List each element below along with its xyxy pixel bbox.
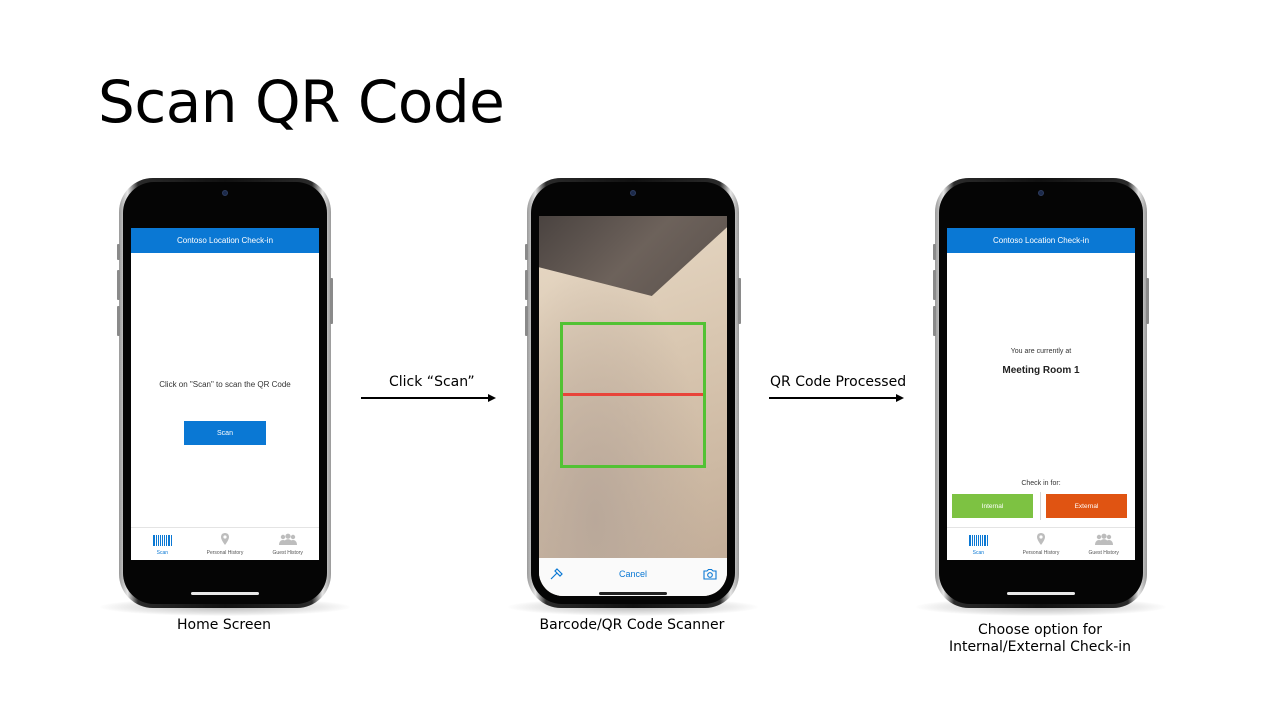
scan-line [563, 393, 703, 396]
tab-scan[interactable]: Scan [947, 528, 1010, 560]
tab-personal-history-label: Personal History [1022, 550, 1060, 556]
tab-bar: Scan Personal History Guest History [131, 527, 319, 560]
flashlight-icon[interactable] [549, 568, 563, 580]
checkin-caption: Choose option for Internal/External Chec… [920, 622, 1160, 656]
tab-guest-history-label: Guest History [1088, 550, 1119, 556]
tab-scan[interactable]: Scan [131, 528, 194, 560]
tab-personal-history-label: Personal History [206, 550, 244, 556]
check-in-for-label: Check in for: [1021, 480, 1061, 487]
checkin-caption-line1: Choose option for [977, 622, 1103, 638]
room-name: Meeting Room 1 [1002, 365, 1080, 376]
currently-at-label: You are currently at [1010, 348, 1072, 355]
front-camera [630, 190, 636, 196]
people-icon [278, 533, 297, 545]
internal-button[interactable]: Internal [952, 494, 1033, 518]
phone-home: Contoso Location Check-in Click on "Scan… [117, 178, 333, 608]
arrow-label-qr-processed: QR Code Processed [770, 374, 907, 390]
tab-scan-label: Scan [972, 550, 985, 556]
tab-guest-history[interactable]: Guest History [1072, 528, 1135, 560]
arrow-line [769, 397, 897, 399]
scanner-caption: Barcode/QR Code Scanner [539, 617, 725, 633]
tab-guest-history[interactable]: Guest History [256, 528, 319, 560]
location-pin-icon [1037, 533, 1045, 545]
home-indicator [1007, 592, 1075, 595]
arrow-head [896, 394, 904, 402]
arrow-head [488, 394, 496, 402]
tab-personal-history[interactable]: Personal History [194, 528, 257, 560]
home-caption: Home Screen [177, 617, 271, 633]
tab-guest-history-label: Guest History [272, 550, 303, 556]
arrow-label-click-scan: Click “Scan” [389, 374, 475, 390]
app-header: Contoso Location Check-in [947, 228, 1135, 253]
barcode-icon [153, 535, 172, 546]
phone-checkin: Contoso Location Check-in You are curren… [933, 178, 1149, 608]
tab-personal-history[interactable]: Personal History [1010, 528, 1073, 560]
scanner-toolbar: Cancel [539, 558, 727, 596]
checkin-caption-line2: Internal/External Check-in [948, 639, 1132, 655]
scan-button[interactable]: Scan [184, 421, 266, 445]
tab-bar: Scan Personal History Guest History [947, 527, 1135, 560]
camera-image-carpet [539, 216, 727, 296]
location-pin-icon [221, 533, 229, 545]
scanner-screen: Cancel [539, 216, 727, 596]
front-camera [222, 190, 228, 196]
external-button[interactable]: External [1046, 494, 1127, 518]
front-camera [1038, 190, 1044, 196]
camera-icon[interactable] [703, 568, 717, 580]
home-indicator [599, 592, 667, 595]
checkin-screen: Contoso Location Check-in You are curren… [947, 228, 1135, 560]
cancel-button[interactable]: Cancel [619, 569, 647, 579]
tab-scan-label: Scan [156, 550, 169, 556]
qr-scan-frame [560, 322, 706, 468]
app-header: Contoso Location Check-in [131, 228, 319, 253]
home-indicator [191, 592, 259, 595]
scan-instruction: Click on "Scan" to scan the QR Code [159, 380, 291, 389]
button-divider [1040, 492, 1041, 520]
people-icon [1094, 533, 1113, 545]
slide-title: Scan QR Code [98, 68, 505, 136]
barcode-icon [969, 535, 988, 546]
home-screen: Contoso Location Check-in Click on "Scan… [131, 228, 319, 560]
phone-scanner: Cancel [525, 178, 741, 608]
arrow-line [361, 397, 489, 399]
